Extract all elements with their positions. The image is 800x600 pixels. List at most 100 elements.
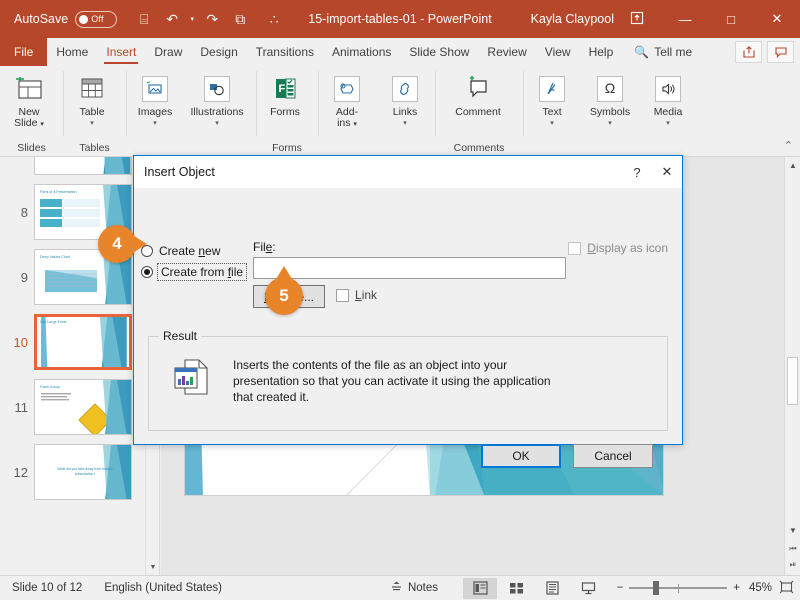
- illustrations-button[interactable]: Illustrations ▾: [184, 70, 250, 127]
- links-button[interactable]: Links ▾: [376, 70, 434, 127]
- new-slide-icon: [14, 73, 44, 105]
- tab-draw[interactable]: Draw: [145, 38, 191, 66]
- ribbon-tab-strip: File Home Insert Draw Design Transitions…: [0, 38, 800, 66]
- tab-slide-show[interactable]: Slide Show: [400, 38, 478, 66]
- start-slideshow-icon[interactable]: ⧉: [227, 6, 253, 32]
- images-dropdown-icon[interactable]: ▾: [153, 121, 157, 127]
- zoom-slider[interactable]: [629, 581, 727, 595]
- text-dropdown-icon[interactable]: ▾: [550, 121, 554, 127]
- canvas-scroll-down-icon[interactable]: ▼: [785, 522, 800, 539]
- radio-label-create-new: Create new: [159, 244, 220, 258]
- cancel-button[interactable]: Cancel: [573, 444, 653, 468]
- file-path-input[interactable]: [253, 257, 566, 279]
- canvas-scroll-up-icon[interactable]: ▲: [785, 157, 800, 174]
- symbols-label: Symbols: [590, 107, 630, 119]
- links-dropdown-icon[interactable]: ▾: [403, 121, 407, 127]
- ribbon-display-options-icon[interactable]: [624, 11, 650, 28]
- user-name[interactable]: Kayla Claypool: [531, 12, 614, 26]
- canvas-scrollbar[interactable]: ▲ ▼ ⏮ ⏯: [784, 157, 800, 575]
- canvas-scrollbar-thumb[interactable]: [787, 357, 798, 405]
- tab-design[interactable]: Design: [191, 38, 246, 66]
- maximize-button[interactable]: □: [708, 0, 754, 38]
- ribbon-group-tables: Table ▾ Tables: [63, 66, 126, 156]
- ok-button[interactable]: OK: [481, 444, 561, 468]
- dialog-action-buttons: OK Cancel: [481, 444, 653, 468]
- dialog-help-button[interactable]: ?: [622, 156, 652, 188]
- text-button[interactable]: Text ▾: [523, 70, 581, 127]
- radio-create-new[interactable]: Create new: [141, 240, 251, 261]
- group-label-text: [523, 140, 698, 156]
- media-dropdown-icon[interactable]: ▾: [666, 121, 670, 127]
- search-icon: 🔍: [634, 45, 649, 59]
- illustrations-icon: [204, 73, 230, 105]
- tab-transitions[interactable]: Transitions: [247, 38, 323, 66]
- undo-dropdown-icon[interactable]: ▾: [187, 6, 197, 32]
- minimize-button[interactable]: —: [662, 0, 708, 38]
- zoom-in-button[interactable]: +: [733, 582, 740, 594]
- radio-create-from-file[interactable]: Create from file: [141, 261, 251, 282]
- tab-file[interactable]: File: [0, 38, 47, 66]
- language-indicator[interactable]: English (United States): [104, 582, 222, 594]
- symbols-dropdown-icon[interactable]: ▾: [608, 121, 612, 127]
- new-slide-button[interactable]: NewSlide ▾: [0, 70, 58, 130]
- tab-help[interactable]: Help: [580, 38, 623, 66]
- comments-icon[interactable]: [767, 41, 794, 63]
- dialog-body: Create new Create from file File: Browse…: [134, 188, 682, 446]
- forms-button[interactable]: F Forms: [256, 70, 314, 119]
- zoom-slider-handle[interactable]: [653, 581, 659, 595]
- tab-home[interactable]: Home: [47, 38, 97, 66]
- table-dropdown-icon[interactable]: ▾: [90, 121, 94, 127]
- next-slide-icon[interactable]: ⏯: [785, 556, 800, 573]
- images-label: Images: [138, 107, 172, 119]
- display-as-icon-row[interactable]: Display as icon: [568, 241, 668, 255]
- thumbnail-slide-10[interactable]: Use Large Fonts: [34, 314, 132, 370]
- tab-insert[interactable]: Insert: [97, 38, 145, 66]
- symbols-button[interactable]: Ω Symbols ▾: [581, 70, 639, 127]
- link-checkbox[interactable]: [336, 289, 349, 302]
- reading-view-button[interactable]: [535, 578, 569, 599]
- list-item[interactable]: 12 What did you take away from today's p…: [0, 444, 159, 500]
- table-button[interactable]: Table ▾: [63, 70, 121, 127]
- autosave-toggle[interactable]: Off: [75, 11, 117, 28]
- illustrations-dropdown-icon[interactable]: ▾: [215, 121, 219, 127]
- slide-indicator[interactable]: Slide 10 of 12: [12, 582, 82, 594]
- tab-review[interactable]: Review: [478, 38, 535, 66]
- media-button[interactable]: Media ▾: [639, 70, 697, 127]
- zoom-level[interactable]: 45%: [749, 582, 772, 594]
- images-button[interactable]: Images ▾: [126, 70, 184, 127]
- slide-sorter-view-button[interactable]: [499, 578, 533, 599]
- collapse-ribbon-icon[interactable]: ⌃: [784, 139, 793, 152]
- thumbnail-slide-11[interactable]: Flash Group: [34, 379, 132, 435]
- customize-quick-access-icon[interactable]: ∴: [261, 6, 287, 32]
- radio-button-create-from-file[interactable]: [141, 266, 153, 278]
- zoom-out-button[interactable]: −: [617, 582, 624, 594]
- save-icon[interactable]: ⌸: [131, 6, 157, 32]
- forms-icon: F: [271, 73, 299, 105]
- tell-me-search[interactable]: 🔍 Tell me: [622, 45, 692, 59]
- previous-slide-icon[interactable]: ⏮: [785, 540, 800, 557]
- close-button[interactable]: ✕: [754, 0, 800, 38]
- ribbon-group-comments: Comment Comments: [435, 66, 523, 156]
- link-label: Link: [355, 288, 377, 302]
- dialog-close-button[interactable]: ✕: [652, 156, 682, 188]
- thumbnail-slide-12[interactable]: What did you take away from today's pres…: [34, 444, 132, 500]
- callout-tail: [276, 266, 292, 279]
- dialog-title-bar[interactable]: Insert Object ? ✕: [134, 156, 682, 188]
- undo-icon[interactable]: ↶: [159, 6, 185, 32]
- comment-button[interactable]: Comment: [435, 70, 521, 119]
- fit-slide-to-window-button[interactable]: [779, 580, 794, 597]
- table-icon: [78, 73, 106, 105]
- normal-view-button[interactable]: [463, 578, 497, 599]
- display-as-icon-checkbox[interactable]: [568, 242, 581, 255]
- notes-button[interactable]: Notes: [390, 580, 438, 596]
- scroll-down-icon[interactable]: ▼: [146, 560, 160, 575]
- tab-view[interactable]: View: [536, 38, 580, 66]
- slide-show-view-button[interactable]: [571, 578, 605, 599]
- thumbnail-slide-7[interactable]: [34, 157, 132, 175]
- share-icon[interactable]: [735, 41, 762, 63]
- tab-animations[interactable]: Animations: [323, 38, 400, 66]
- redo-icon[interactable]: ↷: [199, 6, 225, 32]
- addins-button[interactable]: Add-ins ▾: [318, 70, 376, 130]
- link-checkbox-row[interactable]: Link: [336, 288, 377, 302]
- thumbnail-number-selected: 10: [4, 335, 28, 350]
